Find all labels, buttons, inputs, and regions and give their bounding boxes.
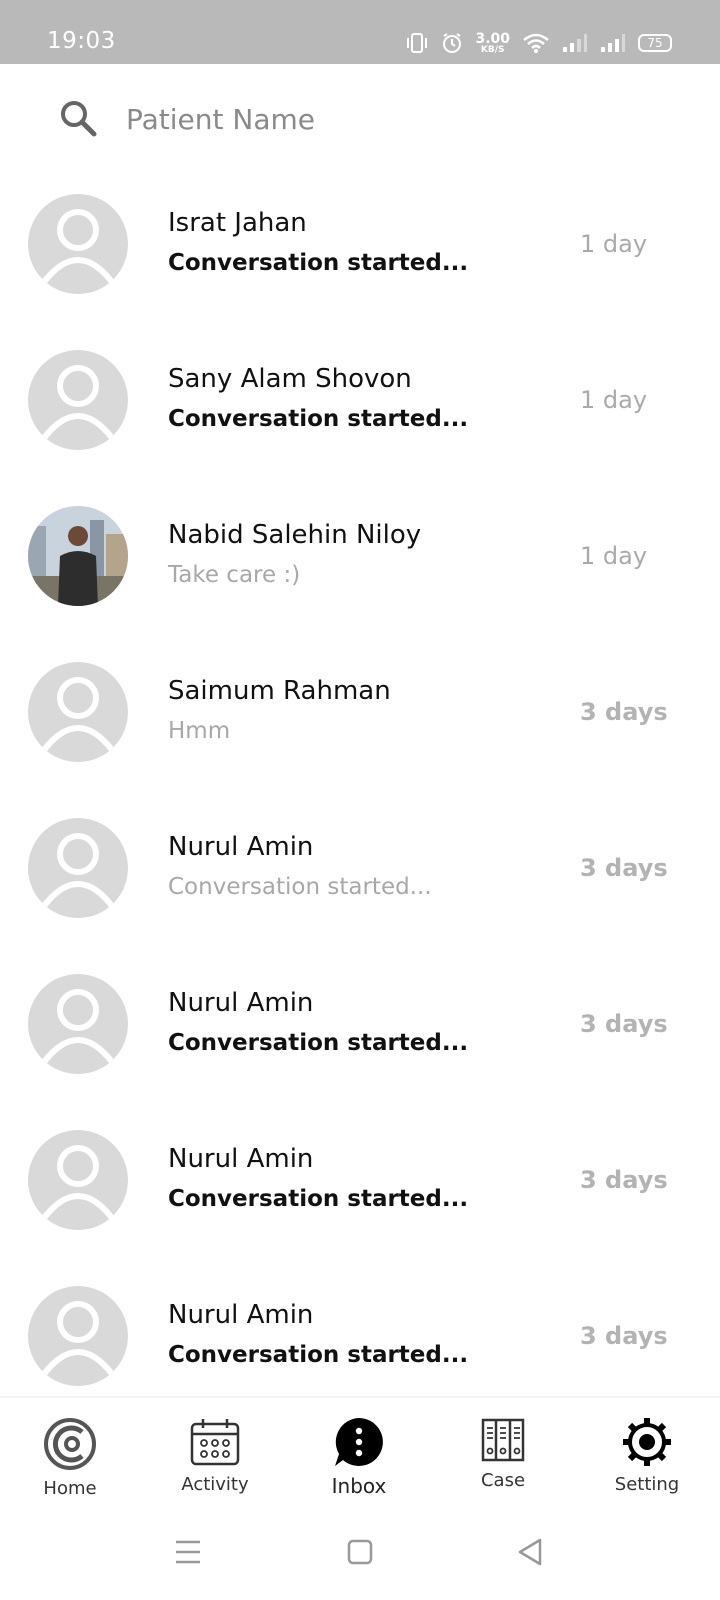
signal-1-icon [563,34,587,52]
search-icon[interactable] [58,98,98,138]
nav-case[interactable]: Case [443,1416,563,1504]
conversation-item[interactable]: Nurul Amin Conversation started... 3 days [0,1266,720,1396]
menu-icon[interactable] [168,1532,208,1572]
binders-icon [481,1418,525,1462]
conversation-preview: Conversation started... [168,874,432,900]
battery-icon: 75 [638,34,672,52]
search-bar [0,64,720,174]
nav-home-label: Home [43,1478,97,1499]
conversation-name: Nurul Amin [168,832,314,862]
conversation-preview: Conversation started... [168,406,469,432]
calendar-icon [190,1419,240,1466]
avatar [28,662,128,762]
conversation-time: 3 days [580,1010,668,1038]
nav-inbox-label: Inbox [331,1474,387,1498]
avatar [28,506,128,606]
avatar [28,974,128,1074]
conversation-item[interactable]: Sany Alam Shovon Conversation started... 1… [0,330,720,486]
conversation-time: 1 day [580,230,648,258]
conversation-item[interactable]: Nabid Salehin Niloy Take care :) 1 day [0,486,720,642]
network-speed-value: 3.00 [475,30,510,47]
user-placeholder-icon [41,677,115,752]
conversation-item[interactable]: Nurul Amin Conversation started... 3 days [0,954,720,1110]
search-input[interactable] [126,94,666,144]
conversation-preview: Conversation started... [168,1030,469,1056]
conversation-preview: Conversation started... [168,1186,469,1212]
bottom-navigation: Home Activity Inbox Case Setting [0,1396,720,1506]
chat-bubble-icon [335,1418,383,1466]
signal-2-icon [601,34,625,52]
battery-level: 75 [647,36,663,50]
avatar [28,1286,128,1386]
nav-home[interactable]: Home [10,1416,130,1504]
conversation-preview: Take care :) [168,562,301,588]
nav-setting[interactable]: Setting [587,1416,707,1504]
back-triangle-icon[interactable] [510,1532,550,1572]
conversation-item[interactable]: Israt Jahan Conversation started... 1 day [0,174,720,330]
nav-setting-label: Setting [614,1474,680,1495]
conversation-name: Israt Jahan [168,208,307,238]
alarm-icon [443,33,462,53]
conversation-list: Israt Jahan Conversation started... 1 day S… [0,174,720,1396]
conversation-name: Nurul Amin [168,1144,314,1174]
network-speed-unit: KB/S [480,44,505,55]
conversation-time: 3 days [580,854,668,882]
user-placeholder-icon [41,1301,115,1376]
user-placeholder-icon [41,209,115,284]
user-placeholder-icon [41,1145,115,1220]
conversation-preview: Hmm [168,718,231,744]
conversation-name: Nurul Amin [168,988,314,1018]
vibrate-icon [407,33,428,53]
nav-activity[interactable]: Activity [155,1416,275,1504]
conversation-item[interactable]: Nurul Amin Conversation started... 3 days [0,1110,720,1266]
conversation-preview: Conversation started... [168,250,469,276]
conversation-preview: Conversation started... [168,1342,469,1368]
status-time: 19:03 [47,28,116,54]
system-navigation-bar [0,1506,720,1600]
status-bar: 19:03 3.00 KB/S 75 [0,0,720,64]
wifi-icon [523,33,549,53]
conversation-time: 1 day [580,542,648,570]
user-placeholder-icon [41,989,115,1064]
avatar [28,194,128,294]
user-placeholder-icon [41,365,115,440]
home-logo-icon [44,1418,96,1470]
status-icons: 3.00 KB/S 75 [405,30,672,56]
nav-case-label: Case [480,1470,526,1491]
conversation-name: Nurul Amin [168,1300,314,1330]
conversation-item[interactable]: Nurul Amin Conversation started... 3 days [0,798,720,954]
gear-icon [623,1418,671,1466]
conversation-item[interactable]: Saimum Rahman Hmm 3 days [0,642,720,798]
network-speed: 3.00 KB/S [475,32,510,55]
conversation-name: Nabid Salehin Niloy [168,520,422,550]
conversation-time: 3 days [580,1322,668,1350]
home-square-icon[interactable] [340,1532,380,1572]
conversation-time: 3 days [580,698,668,726]
conversation-name: Saimum Rahman [168,676,391,706]
avatar [28,1130,128,1230]
user-placeholder-icon [41,833,115,908]
avatar [28,818,128,918]
conversation-time: 1 day [580,386,648,414]
avatar [28,350,128,450]
conversation-time: 3 days [580,1166,668,1194]
user-photo [28,506,128,606]
nav-activity-label: Activity [181,1474,249,1495]
nav-inbox[interactable]: Inbox [299,1416,419,1504]
conversation-name: Sany Alam Shovon [168,364,412,394]
